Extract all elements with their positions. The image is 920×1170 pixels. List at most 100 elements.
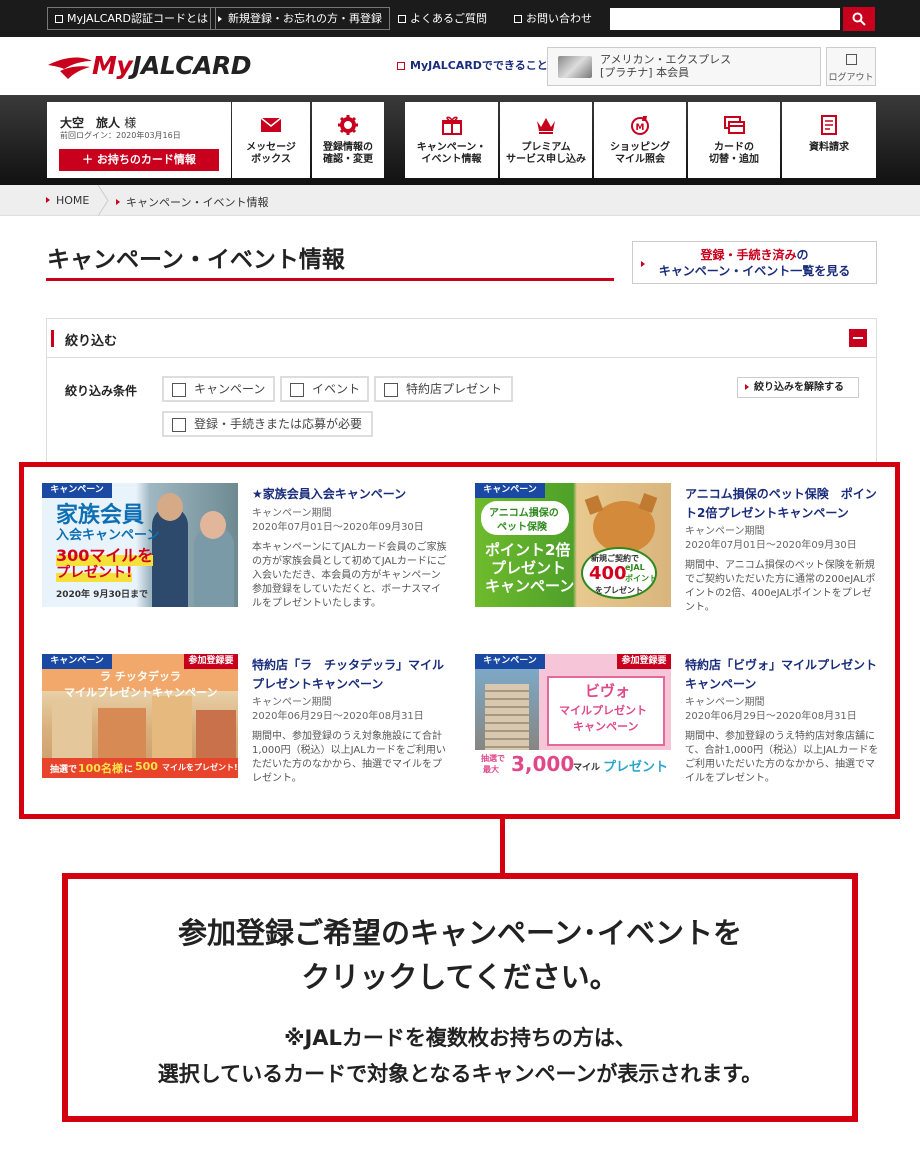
logout-button[interactable]: ログアウト	[826, 47, 876, 86]
campaign-description: 期間中、アニコム損保のペット保険を新規でご契約いただいた方に通常の200eJAL…	[685, 560, 876, 613]
person-silhouette	[152, 507, 188, 607]
campaign-card-lacittadella[interactable]: ラ チッタデッラ マイルプレゼントキャンペーン 抽選で 100名様 に 500 …	[42, 654, 452, 814]
contact-label: お問い合わせ	[526, 12, 592, 25]
user-name-text: 大空 旅人	[60, 116, 121, 130]
nav-shopping-mile[interactable]: M ショッピング マイル照会	[594, 102, 686, 178]
campaign-description: 本キャンペーンにてJALカード会員のご家族の方が家族会員として初めてJALカード…	[252, 542, 447, 609]
instruction-callout: 参加登録ご希望のキャンペーン･イベントを クリックしてください。 ※JALカード…	[62, 873, 858, 1122]
nav-registration-info[interactable]: 登録情報の 確認・変更	[312, 102, 384, 178]
campaign-description: 期間中、参加登録のうえ対象施設にて合計1,000円（税込）以上JALカードをご利…	[252, 731, 446, 784]
current-card-selector[interactable]: アメリカン・エクスプレス [プラチナ] 本会員	[547, 47, 821, 86]
filter-header[interactable]: 絞り込む	[47, 319, 876, 358]
register-label: 新規登録・お忘れの方・再登録	[228, 12, 382, 25]
campaign-period: 2020年07月01日～2020年09月30日	[685, 540, 857, 551]
campaign-card-vivo[interactable]: ビヴォ マイルプレゼント キャンペーン 抽選で 最大 3,000 マイル プレゼ…	[475, 654, 885, 814]
filter-checkbox-event[interactable]: イベント	[280, 376, 369, 402]
banner-text: マイルをプレゼント!	[162, 763, 238, 772]
search-input[interactable]	[610, 8, 840, 30]
breadcrumb-home[interactable]: HOME	[46, 194, 89, 207]
campaign-period: 2020年07月01日～2020年09月30日	[252, 522, 424, 533]
campaign-description: 期間中、参加登録のうえ特約店対象店舗にて、合計1,000円（税込）以上JALカー…	[685, 731, 879, 784]
nav-document-request[interactable]: 資料請求	[782, 102, 876, 178]
cards-icon	[724, 116, 745, 134]
clear-filter-button[interactable]: 絞り込みを解除する	[737, 377, 859, 398]
arrow-right-icon	[46, 197, 50, 203]
registered-link-line1: 登録・手続き済みの	[633, 247, 876, 263]
window-icon	[514, 15, 522, 23]
campaign-tag: キャンペーン	[42, 654, 112, 669]
shopping-bag-icon: M	[631, 116, 649, 135]
nav-card-switch[interactable]: カードの 切替・追加	[688, 102, 780, 178]
clear-filter-label: 絞り込みを解除する	[754, 382, 844, 393]
card-text: アメリカン・エクスプレス [プラチナ] 本会員	[600, 53, 731, 79]
banner-text: をプレゼント	[595, 586, 643, 595]
nav-label-line2: ボックス	[251, 154, 291, 165]
faq-link[interactable]: よくあるご質問	[398, 10, 487, 26]
breadcrumb-separator	[97, 185, 109, 216]
logout-icon	[846, 54, 857, 65]
search-icon	[852, 12, 866, 26]
filter-checkbox-partner-present[interactable]: 特約店プレゼント	[374, 376, 513, 402]
campaign-banner-lacittadella: ラ チッタデッラ マイルプレゼントキャンペーン 抽選で 100名様 に 500 …	[42, 654, 238, 778]
campaign-tag: キャンペーン	[42, 483, 112, 498]
campaign-title[interactable]: ★家族会員入会キャンペーン	[252, 485, 447, 504]
instruction-line1: 参加登録ご希望のキャンペーン･イベントを	[177, 916, 743, 950]
logo-wordmark: MyJALCARD	[92, 51, 251, 80]
nav-label-line1: ショッピング	[610, 142, 670, 153]
campaign-title[interactable]: 特約店「ビヴォ」マイルプレゼントキャンペーン	[685, 656, 880, 694]
auth-code-link[interactable]: MyJALCARD認証コードとは	[47, 7, 217, 30]
faq-label: よくあるご質問	[410, 12, 487, 25]
envelope-icon	[260, 117, 282, 132]
card-info-button[interactable]: ＋ お持ちのカード情報	[59, 149, 219, 171]
banner-text: 入会キャンペーン	[56, 528, 160, 543]
instruction-line2: クリックしてください。	[301, 960, 619, 994]
user-honorific: 様	[124, 116, 137, 130]
register-link[interactable]: 新規登録・お忘れの方・再登録	[210, 7, 390, 30]
contact-link[interactable]: お問い合わせ	[514, 10, 592, 26]
logo-jalcard: JALCARD	[132, 51, 251, 80]
registered-campaigns-link[interactable]: 登録・手続き済みの キャンペーン・イベント一覧を見る	[632, 241, 877, 284]
banner-text: プレゼント	[603, 760, 669, 775]
nav-label-line1: プレミアム	[521, 142, 571, 153]
campaign-period: 2020年06月29日～2020年08月31日	[252, 711, 424, 722]
can-do-link[interactable]: MyJALCARDでできること	[397, 57, 548, 73]
search-button[interactable]	[843, 7, 875, 31]
nav-label-line2: イベント情報	[421, 154, 482, 165]
banner-text: eJAL	[625, 563, 645, 572]
campaign-tag: キャンペーン	[475, 654, 545, 669]
auth-code-label: MyJALCARD認証コードとは	[67, 12, 209, 25]
instruction-sub-line2: 選択しているカードで対象となるキャンペーンが表示されます。	[157, 1062, 763, 1086]
nav-label-line1: カードの	[714, 142, 754, 153]
campaign-period-label: キャンペーン期間	[252, 697, 332, 708]
campaign-title[interactable]: 特約店「ラ チッタデッラ」マイルプレゼントキャンペーン	[252, 656, 447, 694]
nav-premium-service[interactable]: プレミアム サービス申し込み	[500, 102, 592, 178]
campaign-period-label: キャンペーン期間	[685, 697, 765, 708]
card-name: アメリカン・エクスプレス	[600, 53, 732, 66]
filter-checkbox-campaign[interactable]: キャンペーン	[162, 376, 275, 402]
banner-text: ラ チッタデッラ	[100, 670, 181, 683]
accent-bar	[51, 330, 54, 347]
nav-message-box[interactable]: メッセージ ボックス	[232, 102, 310, 178]
collapse-minus-icon[interactable]	[849, 329, 867, 347]
registered-link-line2: キャンペーン・イベント一覧を見る	[658, 264, 851, 278]
svg-text:M: M	[636, 123, 645, 133]
breadcrumb-home-label: HOME	[56, 194, 90, 207]
campaign-results-highlight: 家族会員 入会キャンペーン 300マイルを プレゼント! 2020年 9月30日…	[19, 462, 900, 819]
instruction-sub-line1: ※JALカードを複数枚お持ちの方は、	[284, 1026, 636, 1050]
arrow-right-icon	[641, 261, 645, 267]
nav-label-line2: マイル照会	[615, 154, 665, 165]
filter-checkbox-registration-required[interactable]: 登録・手続きまたは応募が必要	[162, 411, 373, 437]
banner-text: 400	[589, 563, 627, 584]
campaign-card-anicom[interactable]: アニコム損保の ペット保険 ポイント2倍 プレゼント キャンペーン 新規ご契約で…	[475, 483, 885, 643]
document-icon	[821, 115, 837, 135]
campaign-card-family[interactable]: 家族会員 入会キャンペーン 300マイルを プレゼント! 2020年 9月30日…	[42, 483, 452, 643]
breadcrumb: HOME キャンペーン・イベント情報	[0, 185, 920, 216]
logout-label: ログアウト	[828, 73, 874, 83]
nav-campaign-info[interactable]: キャンペーン・ イベント情報	[405, 102, 498, 178]
campaign-title[interactable]: アニコム損保のペット保険 ポイント2倍プレゼントキャンペーン	[685, 485, 880, 523]
site-header: MyJALCARD MyJALCARDでできること アメリカン・エクスプレス […	[0, 37, 920, 95]
campaign-period-label: キャンペーン期間	[685, 526, 765, 537]
can-do-label: MyJALCARDでできること	[410, 59, 548, 72]
campaign-period: 2020年06月29日～2020年08月31日	[685, 711, 857, 722]
banner-text: キャンペーン	[573, 720, 639, 733]
